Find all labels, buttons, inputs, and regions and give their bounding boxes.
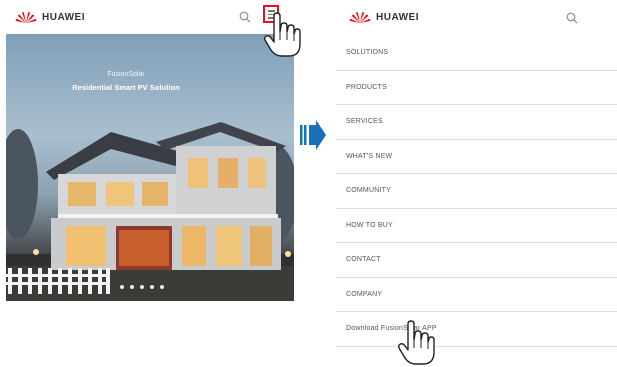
menu-item-label: WHAT'S NEW <box>346 152 393 160</box>
hero-subtitle: FusionSolar <box>107 71 145 78</box>
menu-item-products[interactable]: PRODUCTS <box>336 71 617 105</box>
menu-item-label: SOLUTIONS <box>346 49 389 57</box>
menu-item-label: COMMUNITY <box>346 187 391 195</box>
menu-item-label: PRODUCTS <box>346 83 387 91</box>
menu-item-solutions[interactable]: SOLUTIONS <box>336 36 617 71</box>
top-bar: HUAWEI <box>6 4 294 34</box>
menu-item-whats-new[interactable]: WHAT'S NEW <box>336 140 617 174</box>
carousel-dot[interactable] <box>150 285 154 289</box>
search-icon[interactable] <box>239 11 251 23</box>
huawei-logo-icon <box>349 12 371 23</box>
nav-menu: SOLUTIONS PRODUCTS SERVICES WHAT'S NEW C… <box>336 36 617 347</box>
carousel-dot[interactable] <box>130 285 134 289</box>
menu-screen: HUAWEI SOLUTIONS PRODUCTS SERVICES WHAT'… <box>332 4 617 364</box>
carousel-dot[interactable] <box>120 285 124 289</box>
home-screen: HUAWEI FusionSolar Residential Smart PV … <box>6 4 294 301</box>
menu-item-services[interactable]: SERVICES <box>336 105 617 140</box>
menu-item-label: SERVICES <box>346 118 383 126</box>
brand-name: HUAWEI <box>42 11 85 23</box>
carousel-dot[interactable] <box>160 285 164 289</box>
arrow-right-icon <box>300 120 326 150</box>
hero-title: Residential Smart PV Solution <box>72 83 180 92</box>
huawei-logo[interactable]: HUAWEI <box>14 10 85 24</box>
carousel-dot[interactable] <box>140 285 144 289</box>
menu-item-how-to-buy[interactable]: HOW TO BUY <box>336 209 617 243</box>
menu-item-label: HOW TO BUY <box>346 221 393 229</box>
carousel-indicator <box>120 285 164 289</box>
top-bar: HUAWEI <box>332 4 617 34</box>
menu-item-community[interactable]: COMMUNITY <box>336 174 617 209</box>
hand-pointer-icon <box>264 12 301 57</box>
huawei-logo[interactable]: HUAWEI <box>348 10 419 24</box>
menu-item-contact[interactable]: CONTACT <box>336 243 617 278</box>
menu-item-label: COMPANY <box>346 290 383 298</box>
hero-banner[interactable]: FusionSolar Residential Smart PV Solutio… <box>6 34 294 301</box>
menu-item-download-app[interactable]: Download FusionSolar APP <box>336 312 617 347</box>
huawei-logo-icon <box>15 12 37 23</box>
menu-item-label: CONTACT <box>346 256 381 264</box>
brand-name: HUAWEI <box>376 11 419 23</box>
menu-item-company[interactable]: COMPANY <box>336 278 617 312</box>
hand-pointer-icon <box>398 320 435 365</box>
search-icon[interactable] <box>566 12 578 24</box>
